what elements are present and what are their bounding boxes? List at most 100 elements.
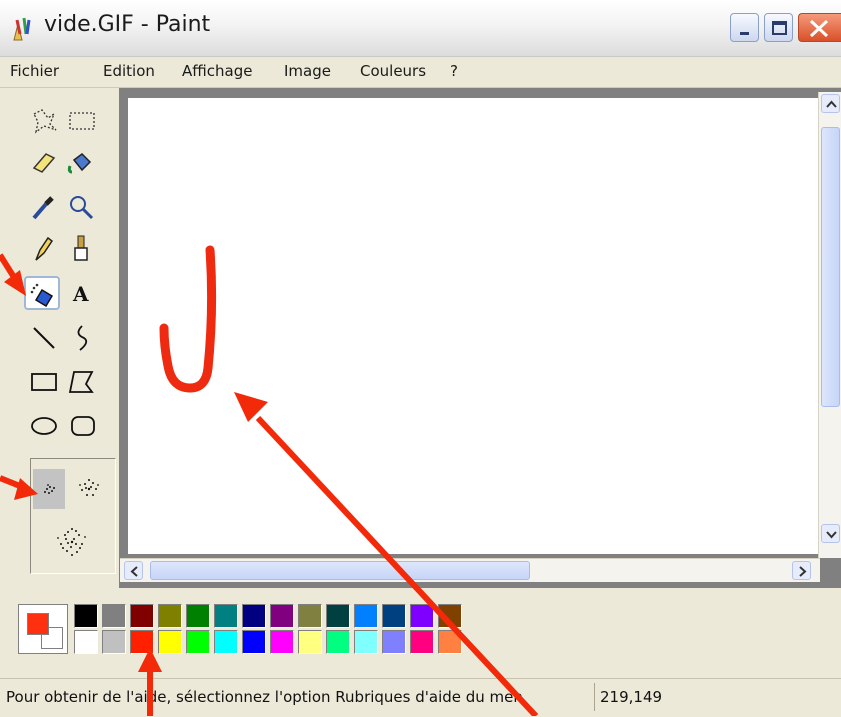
status-bar: Pour obtenir de l'aide, sélectionnez l'o… <box>0 678 841 717</box>
ellipse-tool[interactable] <box>26 408 62 442</box>
rect-select-tool[interactable] <box>64 104 100 138</box>
spray-size-small[interactable] <box>33 469 65 509</box>
status-coordinates: 219,149 <box>600 688 663 706</box>
status-help-text: Pour obtenir de l'aide, sélectionnez l'o… <box>6 688 523 706</box>
rectangle-icon <box>31 373 57 391</box>
palette-swatch-bottom-6[interactable] <box>214 630 238 654</box>
palette-swatch-bottom-2[interactable] <box>102 630 126 654</box>
spray-large-icon <box>57 528 86 556</box>
text-tool[interactable]: A <box>64 276 100 310</box>
fill-bucket-tool[interactable] <box>64 146 100 180</box>
brush-tool[interactable] <box>64 232 100 266</box>
fill-bucket-icon <box>67 153 92 174</box>
palette-swatch-top-7[interactable] <box>242 604 266 628</box>
palette-swatch-bottom-8[interactable] <box>270 630 294 654</box>
spray-medium-icon <box>79 479 99 496</box>
airbrush-tool[interactable] <box>24 276 60 310</box>
rounded-rect-tool[interactable] <box>64 408 100 442</box>
maximize-icon <box>772 21 787 35</box>
horizontal-scrollbar[interactable] <box>120 558 820 582</box>
current-colors[interactable] <box>18 604 68 654</box>
scroll-down-button[interactable] <box>821 524 840 543</box>
spray-size-large[interactable] <box>47 517 97 567</box>
palette-swatch-top-12[interactable] <box>382 604 406 628</box>
ellipse-icon <box>31 417 57 435</box>
minimize-button[interactable] <box>730 13 759 42</box>
palette-swatch-top-10[interactable] <box>326 604 350 628</box>
chevron-down-icon <box>826 531 837 539</box>
scroll-up-button[interactable] <box>821 94 840 113</box>
horizontal-scroll-thumb[interactable] <box>150 561 530 580</box>
scroll-right-button[interactable] <box>792 561 811 580</box>
brush-icon <box>74 235 88 261</box>
palette-swatch-bottom-4[interactable] <box>158 630 182 654</box>
magnifier-icon <box>70 196 94 220</box>
magnifier-tool[interactable] <box>64 190 100 224</box>
vertical-scrollbar[interactable] <box>818 92 841 558</box>
palette-swatch-top-9[interactable] <box>298 604 322 628</box>
curve-tool[interactable] <box>64 320 100 354</box>
menu-couleurs[interactable]: Couleurs <box>360 62 426 80</box>
palette-swatch-bottom-11[interactable] <box>354 630 378 654</box>
palette-swatch-top-3[interactable] <box>130 604 154 628</box>
menu-help[interactable]: ? <box>450 62 458 80</box>
title-bar[interactable]: vide.GIF - Paint <box>0 0 841 57</box>
palette-swatch-top-4[interactable] <box>158 604 182 628</box>
menu-bar: Fichier Edition Affichage Image Couleurs… <box>0 57 841 88</box>
paint-app-icon <box>13 17 31 41</box>
text-tool-label: A <box>72 282 89 306</box>
airbrush-icon <box>30 283 54 308</box>
palette-swatch-bottom-5[interactable] <box>186 630 210 654</box>
color-picker-tool[interactable] <box>26 190 62 224</box>
drawing-canvas[interactable] <box>128 98 818 554</box>
palette-swatch-top-6[interactable] <box>214 604 238 628</box>
status-divider <box>594 683 595 711</box>
palette-swatch-bottom-13[interactable] <box>410 630 434 654</box>
color-picker-icon <box>32 196 54 220</box>
scroll-left-button[interactable] <box>124 561 143 580</box>
free-select-tool[interactable] <box>26 104 62 138</box>
palette-swatch-top-2[interactable] <box>102 604 126 628</box>
line-icon <box>33 327 55 349</box>
pencil-icon <box>35 236 54 261</box>
line-tool[interactable] <box>26 320 62 354</box>
foreground-color <box>27 613 49 635</box>
menu-affichage[interactable]: Affichage <box>182 62 252 80</box>
spray-size-medium[interactable] <box>69 467 109 511</box>
palette-swatch-bottom-10[interactable] <box>326 630 350 654</box>
palette-swatch-top-11[interactable] <box>354 604 378 628</box>
eraser-icon <box>32 153 56 173</box>
palette-swatch-bottom-9[interactable] <box>298 630 322 654</box>
free-select-icon <box>33 109 57 134</box>
spray-size-options <box>30 458 116 574</box>
menu-edition[interactable]: Edition <box>103 62 155 80</box>
palette-swatch-bottom-1[interactable] <box>74 630 98 654</box>
rect-select-icon <box>69 112 95 130</box>
close-icon <box>809 19 829 38</box>
close-button[interactable] <box>798 13 841 42</box>
eraser-tool[interactable] <box>26 146 62 180</box>
polygon-tool[interactable] <box>64 364 100 398</box>
menu-fichier[interactable]: Fichier <box>10 62 59 80</box>
spray-small-icon <box>44 484 55 494</box>
vertical-scroll-thumb[interactable] <box>821 127 840 407</box>
pencil-tool[interactable] <box>26 232 62 266</box>
palette-swatch-bottom-12[interactable] <box>382 630 406 654</box>
minimize-icon <box>740 32 749 35</box>
rectangle-tool[interactable] <box>26 364 62 398</box>
palette-swatch-bottom-14[interactable] <box>438 630 462 654</box>
chevron-up-icon <box>826 100 837 108</box>
menu-image[interactable]: Image <box>284 62 331 80</box>
palette-swatch-top-14[interactable] <box>438 604 462 628</box>
palette-swatch-bottom-7[interactable] <box>242 630 266 654</box>
text-icon: A <box>72 282 89 306</box>
window-title: vide.GIF - Paint <box>44 12 211 37</box>
palette-swatch-top-1[interactable] <box>74 604 98 628</box>
rounded-rect-icon <box>71 416 95 436</box>
palette-swatch-top-13[interactable] <box>410 604 434 628</box>
maximize-button[interactable] <box>764 13 793 42</box>
polygon-icon <box>68 371 94 393</box>
palette-swatch-top-8[interactable] <box>270 604 294 628</box>
palette-swatch-bottom-3[interactable] <box>130 630 154 654</box>
palette-swatch-top-5[interactable] <box>186 604 210 628</box>
